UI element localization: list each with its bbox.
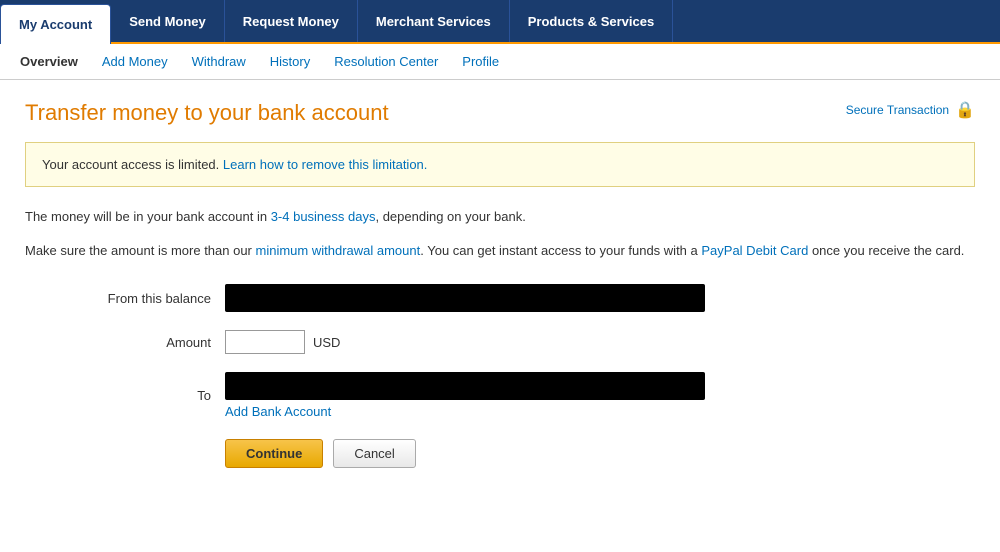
warning-box: Your account access is limited. Learn ho… bbox=[25, 142, 975, 187]
from-balance-row: From this balance bbox=[25, 284, 975, 312]
transfer-form: From this balance Amount USD To Add Bank… bbox=[25, 284, 975, 419]
sub-nav: Overview Add Money Withdraw History Reso… bbox=[0, 44, 1000, 80]
limitation-link[interactable]: Learn how to remove this limitation. bbox=[223, 157, 427, 172]
from-balance-value bbox=[225, 284, 705, 312]
subnav-history[interactable]: History bbox=[260, 48, 320, 75]
subnav-withdraw[interactable]: Withdraw bbox=[182, 48, 256, 75]
continue-button[interactable]: Continue bbox=[225, 439, 323, 468]
info-p1-before: The money will be in your bank account i… bbox=[25, 209, 271, 224]
lock-icon: 🔒 bbox=[955, 100, 975, 120]
subnav-overview[interactable]: Overview bbox=[10, 48, 88, 75]
info-p1-after: , depending on your bank. bbox=[375, 209, 525, 224]
tab-products-services[interactable]: Products & Services bbox=[510, 0, 673, 42]
paypal-debit-link[interactable]: PayPal Debit Card bbox=[701, 243, 808, 258]
amount-row: Amount USD bbox=[25, 330, 975, 354]
tab-request-money[interactable]: Request Money bbox=[225, 0, 358, 42]
add-bank-account-link[interactable]: Add Bank Account bbox=[225, 404, 705, 419]
secure-transaction-link[interactable]: Secure Transaction 🔒 bbox=[846, 100, 975, 120]
subnav-resolution-center[interactable]: Resolution Center bbox=[324, 48, 448, 75]
tab-merchant-services[interactable]: Merchant Services bbox=[358, 0, 510, 42]
tab-my-account[interactable]: My Account bbox=[0, 4, 111, 44]
page-title: Transfer money to your bank account bbox=[25, 100, 389, 126]
tab-send-money[interactable]: Send Money bbox=[111, 0, 225, 42]
main-content: Transfer money to your bank account Secu… bbox=[0, 80, 1000, 488]
info-paragraph-2: Make sure the amount is more than our mi… bbox=[25, 241, 975, 261]
business-days-link[interactable]: 3-4 business days bbox=[271, 209, 376, 224]
currency-label: USD bbox=[313, 335, 340, 350]
top-nav: My Account Send Money Request Money Merc… bbox=[0, 0, 1000, 44]
to-label: To bbox=[25, 388, 225, 403]
to-account-value bbox=[225, 372, 705, 400]
info-paragraph-1: The money will be in your bank account i… bbox=[25, 207, 975, 227]
info-p2-after: once you receive the card. bbox=[808, 243, 964, 258]
amount-input[interactable] bbox=[225, 330, 305, 354]
subnav-add-money[interactable]: Add Money bbox=[92, 48, 178, 75]
page-header-row: Transfer money to your bank account Secu… bbox=[25, 100, 975, 126]
info-p2-middle: . You can get instant access to your fun… bbox=[420, 243, 701, 258]
amount-label: Amount bbox=[25, 335, 225, 350]
to-row: To Add Bank Account bbox=[25, 372, 975, 419]
button-row: Continue Cancel bbox=[225, 439, 975, 468]
amount-field: USD bbox=[225, 330, 705, 354]
cancel-button[interactable]: Cancel bbox=[333, 439, 415, 468]
info-p2-before: Make sure the amount is more than our bbox=[25, 243, 256, 258]
min-withdrawal-link[interactable]: minimum withdrawal amount bbox=[256, 243, 421, 258]
warning-static-text: Your account access is limited. bbox=[42, 157, 219, 172]
from-balance-label: From this balance bbox=[25, 291, 225, 306]
to-field: Add Bank Account bbox=[225, 372, 705, 419]
subnav-profile[interactable]: Profile bbox=[452, 48, 509, 75]
secure-transaction-label: Secure Transaction bbox=[846, 103, 949, 117]
from-balance-field bbox=[225, 284, 705, 312]
